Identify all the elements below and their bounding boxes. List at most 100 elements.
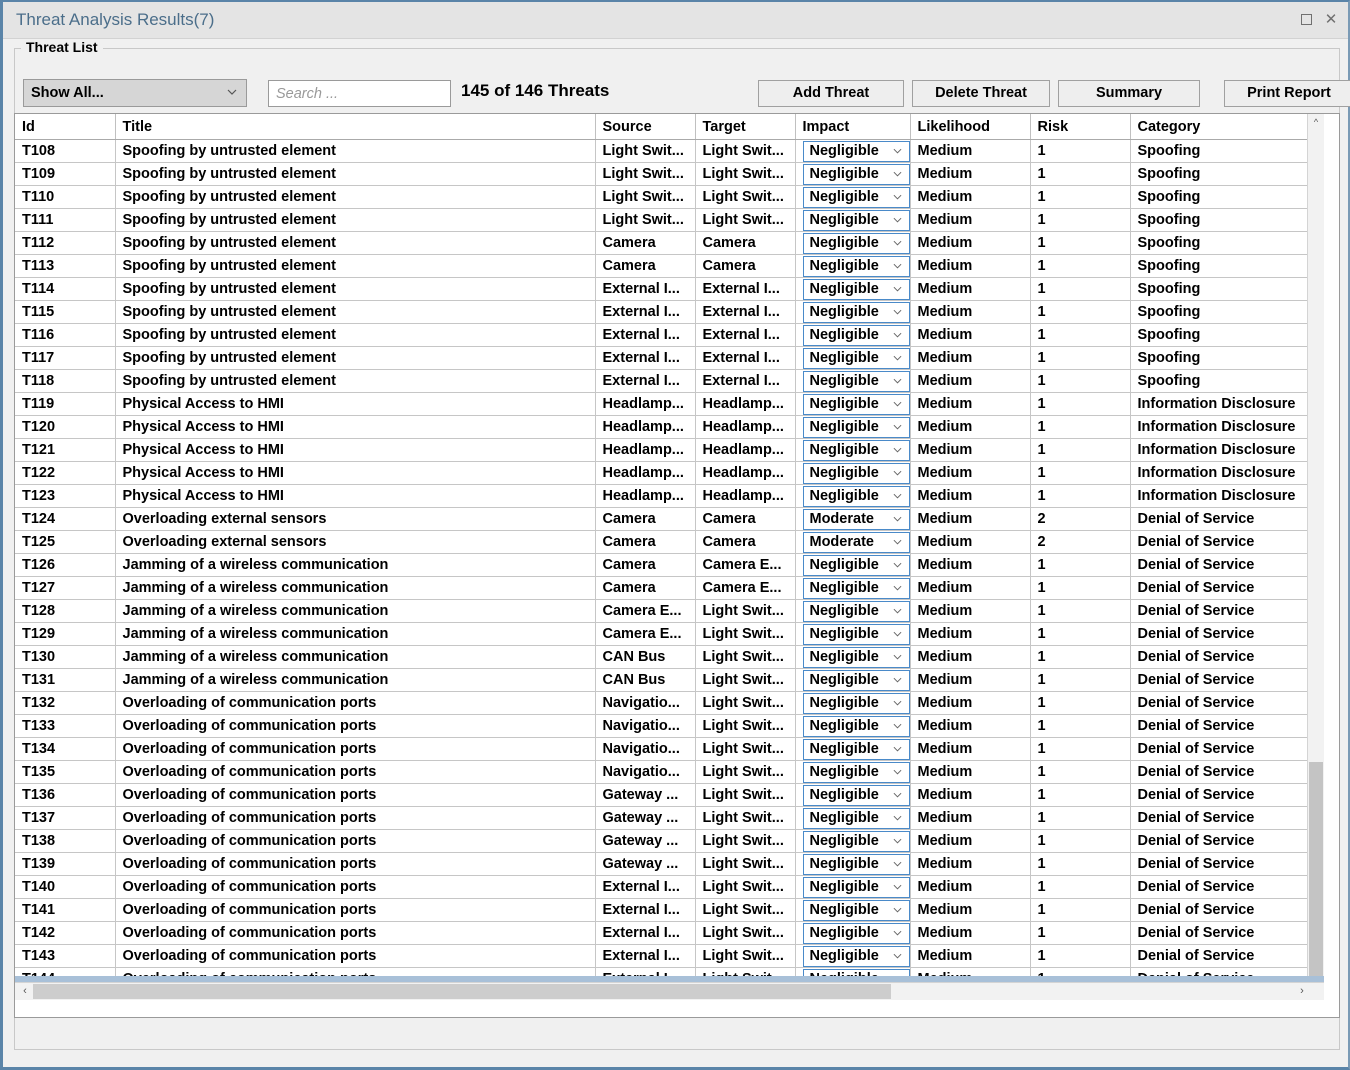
- table-row[interactable]: T118Spoofing by untrusted elementExterna…: [15, 370, 1324, 393]
- impact-dropdown[interactable]: Negligible: [803, 670, 910, 691]
- filter-dropdown[interactable]: Show All...: [23, 79, 247, 107]
- table-row[interactable]: T138Overloading of communication portsGa…: [15, 830, 1324, 853]
- table-row[interactable]: T129Jamming of a wireless communicationC…: [15, 623, 1324, 646]
- impact-dropdown[interactable]: Negligible: [803, 877, 910, 898]
- cell-impact[interactable]: Negligible: [795, 922, 910, 945]
- impact-dropdown[interactable]: Negligible: [803, 233, 910, 254]
- table-row[interactable]: T117Spoofing by untrusted elementExterna…: [15, 347, 1324, 370]
- impact-dropdown[interactable]: Negligible: [803, 141, 910, 162]
- maximize-button[interactable]: [1297, 11, 1315, 29]
- vertical-scrollbar-thumb[interactable]: [1309, 762, 1323, 992]
- cell-impact[interactable]: Moderate: [795, 531, 910, 554]
- threat-table-scroll-region[interactable]: IdTitleSourceTargetImpactLikelihoodRiskC…: [15, 114, 1324, 1000]
- column-header-likelihood[interactable]: Likelihood: [910, 114, 1030, 140]
- impact-dropdown[interactable]: Negligible: [803, 210, 910, 231]
- table-row[interactable]: T125Overloading external sensorsCameraCa…: [15, 531, 1324, 554]
- impact-dropdown[interactable]: Negligible: [803, 486, 910, 507]
- table-row[interactable]: T133Overloading of communication portsNa…: [15, 715, 1324, 738]
- table-row[interactable]: T143Overloading of communication portsEx…: [15, 945, 1324, 968]
- impact-dropdown[interactable]: Negligible: [803, 923, 910, 944]
- impact-dropdown[interactable]: Negligible: [803, 831, 910, 852]
- cell-impact[interactable]: Negligible: [795, 485, 910, 508]
- column-header-id[interactable]: Id: [15, 114, 115, 140]
- table-row[interactable]: T119Physical Access to HMIHeadlamp...Hea…: [15, 393, 1324, 416]
- column-header-title[interactable]: Title: [115, 114, 595, 140]
- table-row[interactable]: T140Overloading of communication portsEx…: [15, 876, 1324, 899]
- table-row[interactable]: T128Jamming of a wireless communicationC…: [15, 600, 1324, 623]
- table-row[interactable]: T124Overloading external sensorsCameraCa…: [15, 508, 1324, 531]
- table-row[interactable]: T141Overloading of communication portsEx…: [15, 899, 1324, 922]
- impact-dropdown[interactable]: Negligible: [803, 785, 910, 806]
- table-row[interactable]: T112Spoofing by untrusted elementCameraC…: [15, 232, 1324, 255]
- impact-dropdown[interactable]: Negligible: [803, 325, 910, 346]
- column-header-risk[interactable]: Risk: [1030, 114, 1130, 140]
- cell-impact[interactable]: Negligible: [795, 324, 910, 347]
- impact-dropdown[interactable]: Negligible: [803, 463, 910, 484]
- cell-impact[interactable]: Negligible: [795, 945, 910, 968]
- table-row[interactable]: T136Overloading of communication portsGa…: [15, 784, 1324, 807]
- cell-impact[interactable]: Negligible: [795, 899, 910, 922]
- impact-dropdown[interactable]: Negligible: [803, 302, 910, 323]
- impact-dropdown[interactable]: Negligible: [803, 256, 910, 277]
- cell-impact[interactable]: Negligible: [795, 761, 910, 784]
- close-button[interactable]: ✕: [1322, 11, 1340, 29]
- impact-dropdown[interactable]: Negligible: [803, 693, 910, 714]
- table-row[interactable]: T115Spoofing by untrusted elementExterna…: [15, 301, 1324, 324]
- cell-impact[interactable]: Negligible: [795, 462, 910, 485]
- table-row[interactable]: T139Overloading of communication portsGa…: [15, 853, 1324, 876]
- table-row[interactable]: T110Spoofing by untrusted elementLight S…: [15, 186, 1324, 209]
- impact-dropdown[interactable]: Moderate: [803, 532, 910, 553]
- table-row[interactable]: T132Overloading of communication portsNa…: [15, 692, 1324, 715]
- impact-dropdown[interactable]: Negligible: [803, 187, 910, 208]
- column-header-target[interactable]: Target: [695, 114, 795, 140]
- impact-dropdown[interactable]: Negligible: [803, 279, 910, 300]
- table-row[interactable]: T114Spoofing by untrusted elementExterna…: [15, 278, 1324, 301]
- cell-impact[interactable]: Negligible: [795, 600, 910, 623]
- cell-impact[interactable]: Negligible: [795, 209, 910, 232]
- cell-impact[interactable]: Moderate: [795, 508, 910, 531]
- impact-dropdown[interactable]: Negligible: [803, 417, 910, 438]
- cell-impact[interactable]: Negligible: [795, 784, 910, 807]
- cell-impact[interactable]: Negligible: [795, 715, 910, 738]
- table-row[interactable]: T109Spoofing by untrusted elementLight S…: [15, 163, 1324, 186]
- impact-dropdown[interactable]: Negligible: [803, 601, 910, 622]
- vertical-scrollbar[interactable]: ^ ⌄: [1307, 114, 1324, 1000]
- table-row[interactable]: T121Physical Access to HMIHeadlamp...Hea…: [15, 439, 1324, 462]
- impact-dropdown[interactable]: Negligible: [803, 555, 910, 576]
- table-row[interactable]: T113Spoofing by untrusted elementCameraC…: [15, 255, 1324, 278]
- cell-impact[interactable]: Negligible: [795, 807, 910, 830]
- print-report-button[interactable]: Print Report: [1224, 80, 1350, 107]
- table-row[interactable]: T131Jamming of a wireless communicationC…: [15, 669, 1324, 692]
- impact-dropdown[interactable]: Negligible: [803, 808, 910, 829]
- chevron-up-icon[interactable]: ^: [1308, 114, 1324, 130]
- cell-impact[interactable]: Negligible: [795, 692, 910, 715]
- impact-dropdown[interactable]: Negligible: [803, 739, 910, 760]
- table-row[interactable]: T135Overloading of communication portsNa…: [15, 761, 1324, 784]
- table-row[interactable]: T134Overloading of communication portsNa…: [15, 738, 1324, 761]
- cell-impact[interactable]: Negligible: [795, 623, 910, 646]
- cell-impact[interactable]: Negligible: [795, 232, 910, 255]
- cell-impact[interactable]: Negligible: [795, 186, 910, 209]
- column-header-impact[interactable]: Impact: [795, 114, 910, 140]
- table-row[interactable]: T130Jamming of a wireless communicationC…: [15, 646, 1324, 669]
- cell-impact[interactable]: Negligible: [795, 301, 910, 324]
- column-header-source[interactable]: Source: [595, 114, 695, 140]
- cell-impact[interactable]: Negligible: [795, 416, 910, 439]
- table-row[interactable]: T142Overloading of communication portsEx…: [15, 922, 1324, 945]
- impact-dropdown[interactable]: Negligible: [803, 394, 910, 415]
- delete-threat-button[interactable]: Delete Threat: [912, 80, 1050, 107]
- cell-impact[interactable]: Negligible: [795, 830, 910, 853]
- table-row[interactable]: T127Jamming of a wireless communicationC…: [15, 577, 1324, 600]
- impact-dropdown[interactable]: Negligible: [803, 762, 910, 783]
- table-row[interactable]: T116Spoofing by untrusted elementExterna…: [15, 324, 1324, 347]
- add-threat-button[interactable]: Add Threat: [758, 80, 904, 107]
- table-row[interactable]: T111Spoofing by untrusted elementLight S…: [15, 209, 1324, 232]
- impact-dropdown[interactable]: Negligible: [803, 946, 910, 967]
- cell-impact[interactable]: Negligible: [795, 876, 910, 899]
- column-header-category[interactable]: Category: [1130, 114, 1324, 140]
- impact-dropdown[interactable]: Negligible: [803, 647, 910, 668]
- cell-impact[interactable]: Negligible: [795, 347, 910, 370]
- impact-dropdown[interactable]: Moderate: [803, 509, 910, 530]
- cell-impact[interactable]: Negligible: [795, 393, 910, 416]
- cell-impact[interactable]: Negligible: [795, 163, 910, 186]
